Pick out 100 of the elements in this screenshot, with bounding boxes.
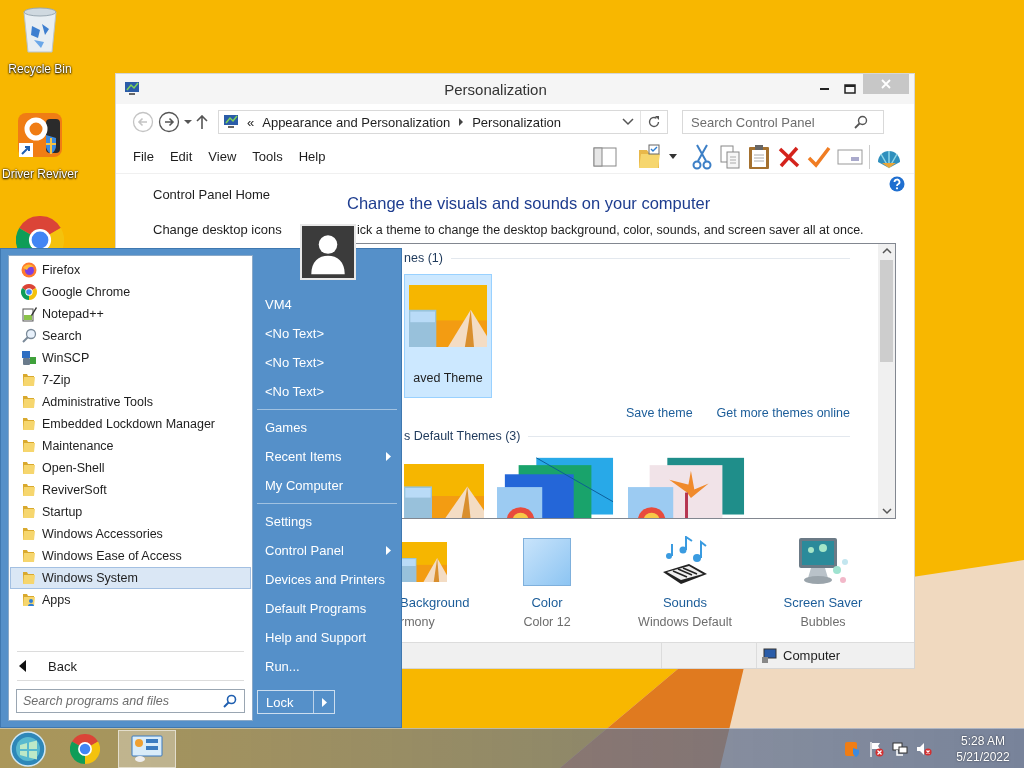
program-item[interactable]: Google Chrome [10, 281, 251, 303]
sidebar-link[interactable]: Control Panel Home [153, 187, 271, 202]
program-item[interactable]: Embedded Lockdown Manager [10, 413, 251, 435]
chrome-icon [70, 733, 100, 764]
history-dropdown-button[interactable] [184, 120, 192, 124]
search-field[interactable]: Search programs and files [16, 689, 245, 713]
scissors-icon[interactable] [691, 143, 713, 170]
folder-icon [21, 548, 37, 564]
control-panel-taskbar-button[interactable] [118, 729, 176, 768]
caret-icon[interactable] [669, 153, 677, 160]
chrome-icon [21, 284, 37, 300]
status-location: Computer [783, 648, 841, 663]
control-panel-icon [130, 733, 164, 764]
minimize-icon [819, 88, 829, 90]
user-avatar-icon[interactable] [300, 224, 356, 280]
forward-button[interactable] [158, 111, 180, 133]
setting-link[interactable]: Sounds [662, 595, 708, 610]
program-item[interactable]: Notepad++ [10, 303, 251, 325]
address-bar[interactable]: « Appearance and Personalization Personalization [218, 110, 668, 134]
menu-item[interactable]: File [125, 146, 162, 167]
help-icon[interactable] [889, 176, 905, 192]
submenu-arrow-icon [386, 452, 391, 461]
firefox-icon [21, 262, 37, 278]
sidebar-link[interactable]: Change desktop icons [153, 222, 282, 237]
folder-icon [21, 570, 37, 586]
lock-computer-icon [21, 350, 37, 366]
chevron-down-icon[interactable] [622, 118, 634, 126]
program-item[interactable]: Windows System [10, 567, 251, 589]
maximize-icon [844, 84, 856, 94]
theme-link[interactable]: Get more themes online [716, 406, 850, 422]
folder-icon [21, 372, 37, 388]
computer-icon [761, 647, 777, 664]
program-item[interactable]: Windows Accessories [10, 523, 251, 545]
search-field[interactable]: Search Control Panel [682, 110, 884, 134]
check-icon[interactable] [807, 144, 831, 169]
menu-item[interactable]: View [200, 146, 245, 167]
program-item[interactable]: Firefox [10, 259, 251, 281]
program-item[interactable]: Maintenance [10, 435, 251, 457]
setting-value: Bubbles [800, 615, 846, 629]
clipboard-icon[interactable] [747, 143, 771, 170]
theme-name: aved Theme [413, 371, 483, 385]
search-icon [21, 328, 37, 344]
folder-check-icon[interactable] [637, 143, 663, 170]
caret-icon [184, 120, 192, 124]
program-item[interactable]: 7-Zip [10, 369, 251, 391]
setting-link[interactable]: Background [400, 595, 470, 610]
triangle-left-icon [19, 660, 26, 672]
start-orb-icon [10, 730, 46, 767]
program-item[interactable]: Search [10, 325, 251, 347]
monitor-icon [124, 81, 140, 97]
search-icon[interactable] [223, 694, 237, 708]
folder-icon [21, 438, 37, 454]
search-icon[interactable] [854, 115, 868, 129]
window-title: Personalization [443, 80, 548, 98]
page-heading: Change the visuals and sounds on your computer [347, 194, 712, 213]
close-icon [881, 79, 891, 89]
setting-value: Windows Default [638, 615, 732, 629]
up-button[interactable] [196, 114, 208, 130]
delete-icon[interactable] [777, 144, 801, 169]
program-item[interactable]: WinSCP [10, 347, 251, 369]
menu-item[interactable]: Help [290, 146, 334, 167]
breadcrumb[interactable]: Personalization [472, 114, 562, 130]
folder-icon [21, 482, 37, 498]
flag-icon[interactable] [868, 740, 884, 757]
group-header: s Default Themes (3) [404, 429, 521, 443]
notepad-icon [21, 306, 37, 322]
monitor-icon [223, 114, 239, 130]
color-swatch-icon [523, 538, 571, 586]
clock-time[interactable]: 5:28 AM [961, 732, 1005, 749]
program-item[interactable]: Startup [10, 501, 251, 523]
shortcut-app-icon[interactable] [16, 111, 64, 159]
theme-tile[interactable]: aved Theme [404, 274, 492, 398]
recycle-bin-icon[interactable] [20, 6, 60, 54]
setting-link[interactable]: Color [531, 595, 563, 610]
refresh-icon[interactable] [647, 115, 661, 129]
folder-icon [21, 460, 37, 476]
clock-date[interactable]: 5/21/2022 [956, 748, 1010, 765]
breadcrumb-overflow[interactable]: « [247, 114, 255, 130]
program-item[interactable]: Windows Ease of Access [10, 545, 251, 567]
setting-link[interactable]: Screen Saver [783, 595, 863, 610]
up-arrow-icon [196, 114, 208, 130]
program-item[interactable]: Open-Shell [10, 457, 251, 479]
submenu-arrow-icon[interactable] [321, 697, 327, 707]
program-item[interactable]: Apps [10, 589, 251, 611]
breadcrumb[interactable]: Appearance and Personalization [262, 114, 451, 130]
page-description: ick a theme to change the desktop background, color, sounds, and screen saver all at once. [356, 223, 865, 237]
program-item[interactable]: Administrative Tools [10, 391, 251, 413]
group-header: nes (1) [404, 251, 443, 265]
menu-item[interactable]: Tools [244, 146, 291, 167]
back-item[interactable]: Back [9, 652, 252, 680]
folder-icon [21, 416, 37, 432]
submenu-arrow-icon [386, 546, 391, 555]
folder-icon [21, 504, 37, 520]
folder-icon [21, 526, 37, 542]
theme-link[interactable]: Save theme [625, 406, 693, 422]
menu-item[interactable]: Edit [161, 146, 201, 167]
folder-icon [21, 394, 37, 410]
scrollbar[interactable] [878, 244, 895, 518]
program-item[interactable]: ReviverSoft [10, 479, 251, 501]
network-icon[interactable] [892, 740, 908, 757]
